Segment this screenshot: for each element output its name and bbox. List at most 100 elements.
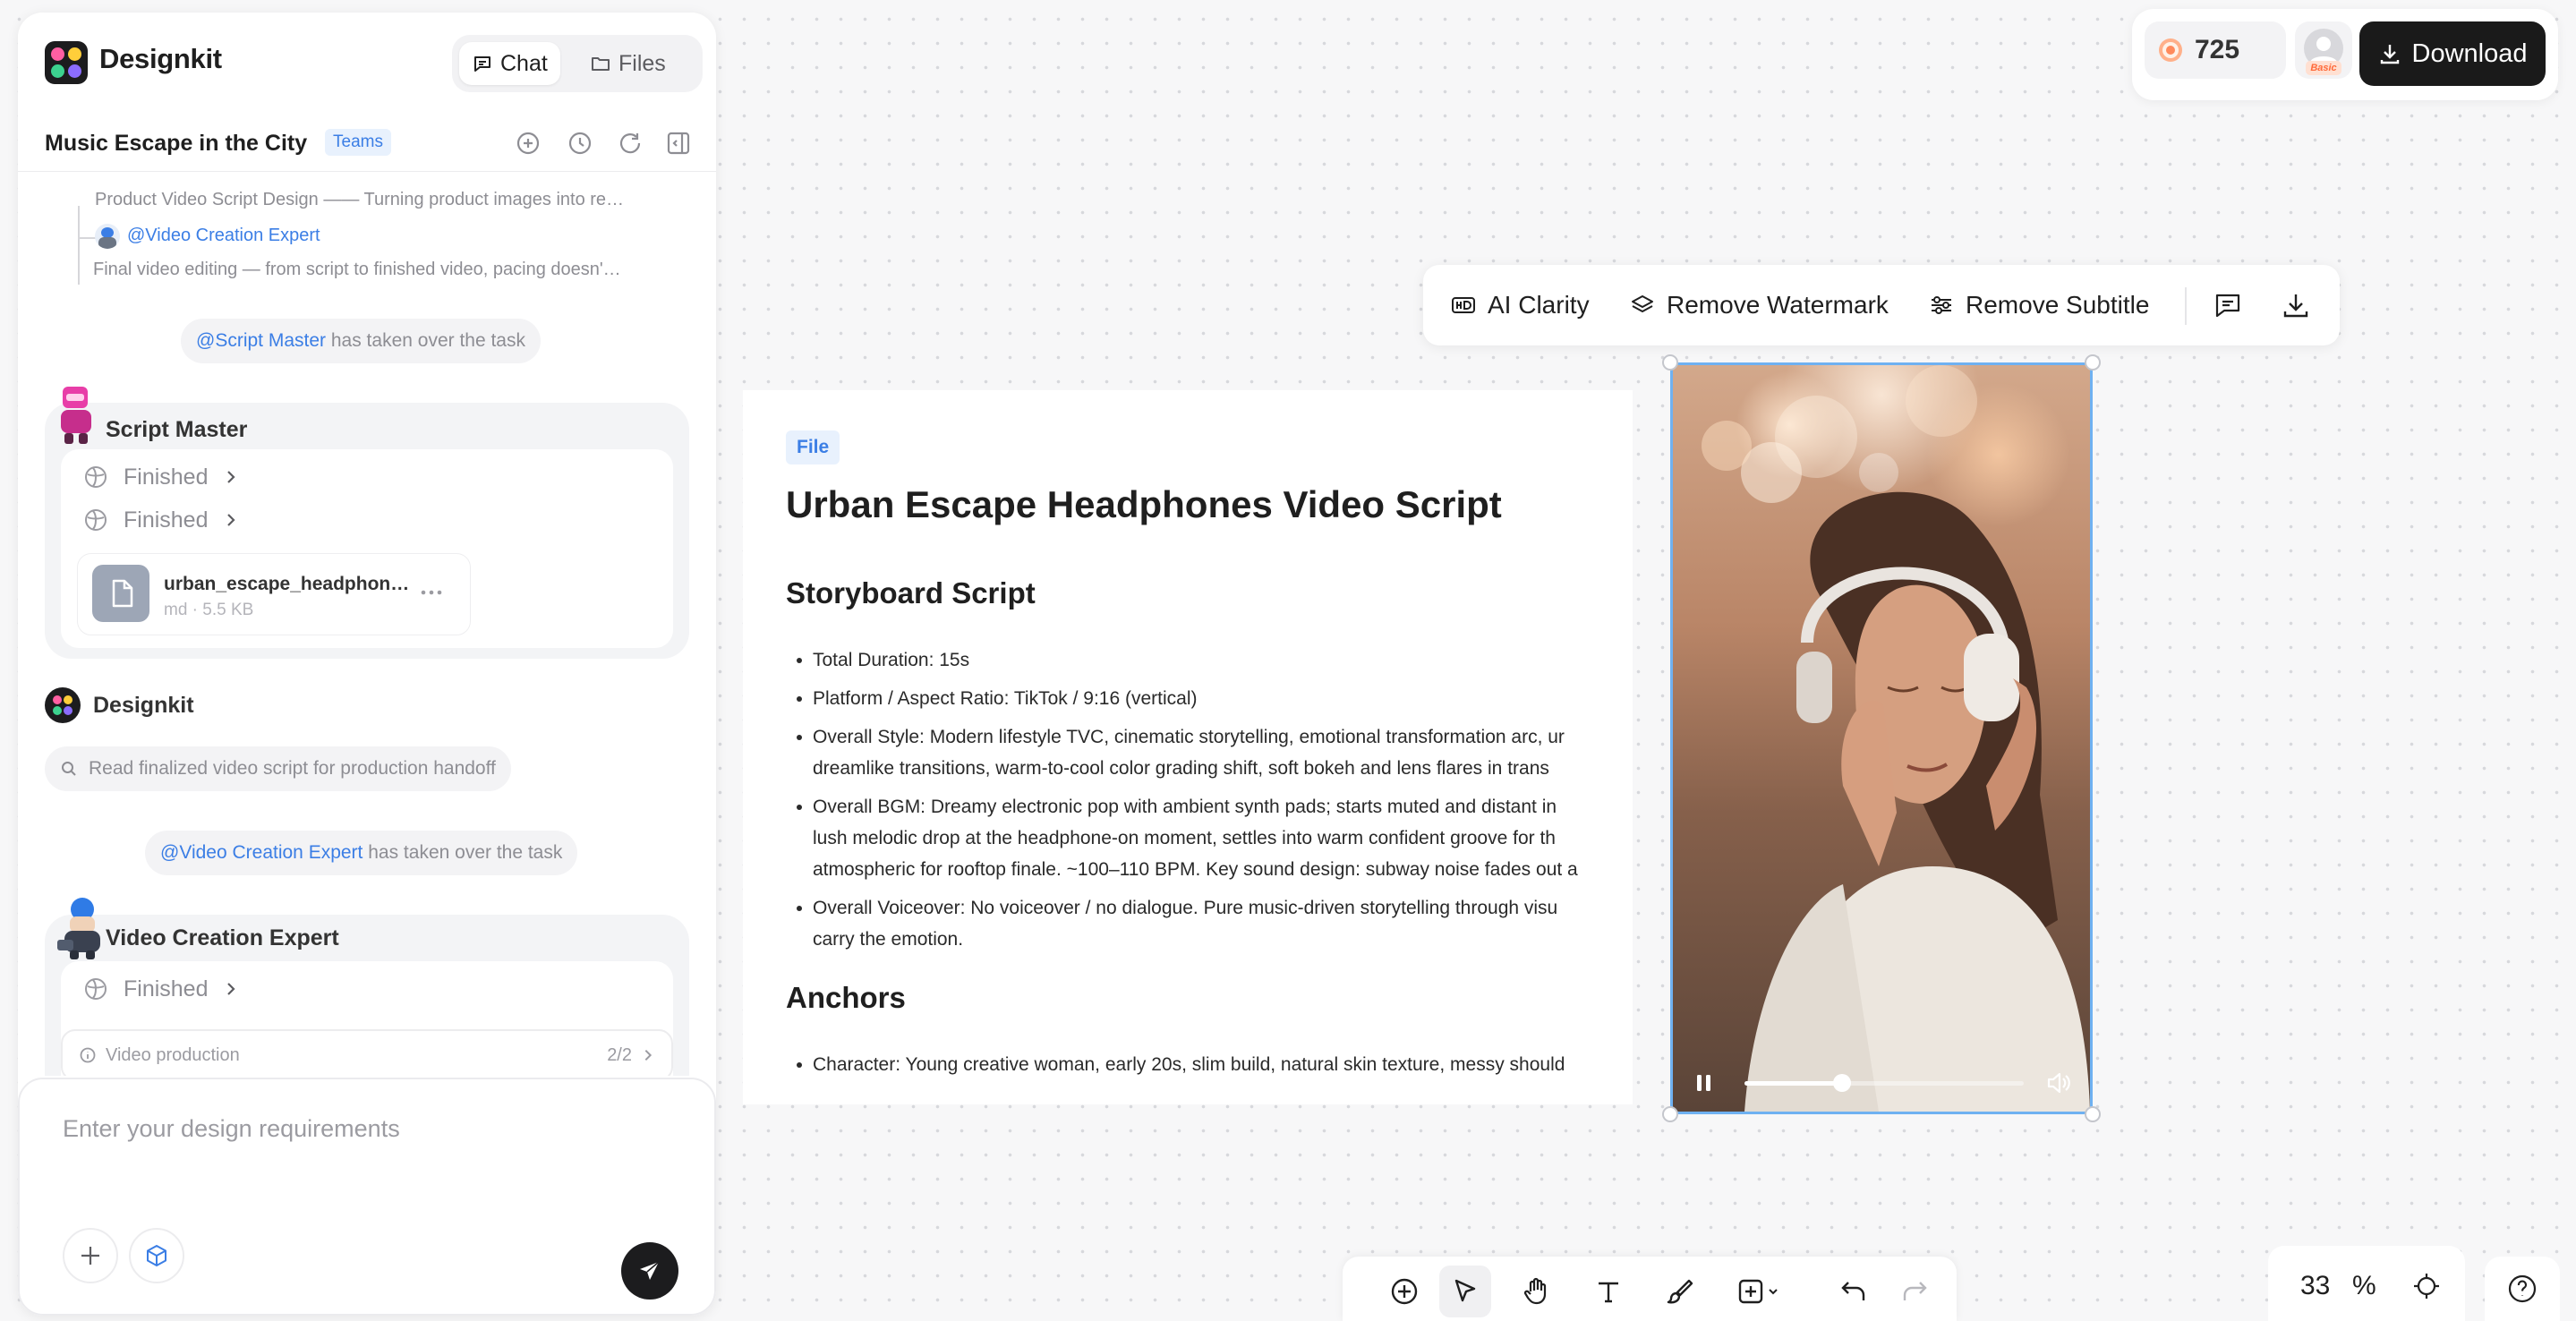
ai-add-button[interactable] xyxy=(1378,1266,1430,1317)
account-bar: 725 Basic Download xyxy=(2132,9,2558,100)
step-finished[interactable]: Finished xyxy=(82,464,239,490)
document-title: Urban Escape Headphones Video Script xyxy=(786,483,1502,525)
select-tool[interactable] xyxy=(1439,1266,1491,1317)
more-options-icon[interactable] xyxy=(418,579,445,606)
task-row[interactable]: Video production 2/2 xyxy=(61,1029,673,1076)
tab-files-label: Files xyxy=(618,50,666,76)
list-item: Overall Voiceover: No voiceover / no dia… xyxy=(786,892,1588,955)
brush-tool[interactable] xyxy=(1654,1266,1706,1317)
resize-handle-bottom-left[interactable] xyxy=(1662,1106,1678,1122)
file-name: urban_escape_headphon… xyxy=(164,574,410,594)
user-avatar[interactable]: Basic xyxy=(2295,21,2352,79)
resize-handle-top-left[interactable] xyxy=(1662,354,1678,371)
layers-icon xyxy=(1629,292,1656,319)
video-player[interactable] xyxy=(1670,362,2093,1114)
add-attachment-button[interactable] xyxy=(63,1228,118,1283)
list-item: Overall Style: Modern lifestyle TVC, cin… xyxy=(786,721,1588,784)
send-button[interactable] xyxy=(621,1242,678,1300)
video-scrubber-handle[interactable] xyxy=(1833,1074,1852,1092)
project-title: Music Escape in the City xyxy=(45,131,308,156)
tab-files[interactable]: Files xyxy=(577,42,678,85)
remove-watermark-label: Remove Watermark xyxy=(1667,291,1889,319)
plan-badge: Basic xyxy=(2306,61,2341,75)
history-icon[interactable] xyxy=(566,129,594,158)
chevron-down-icon xyxy=(1766,1284,1780,1299)
chevron-right-icon xyxy=(223,512,239,528)
fit-to-screen-icon[interactable] xyxy=(2411,1271,2442,1301)
credits-display[interactable]: 725 xyxy=(2145,21,2286,79)
help-icon xyxy=(2506,1273,2538,1305)
coin-icon xyxy=(2157,37,2184,64)
download-icon xyxy=(2378,42,2401,65)
document-icon xyxy=(92,565,149,622)
ai-clarity-button[interactable]: AI Clarity xyxy=(1450,265,1590,345)
video-expert-card: Video Creation Expert Finished Video pro… xyxy=(45,898,689,1076)
agent-name: Script Master xyxy=(106,417,248,442)
prompt-input[interactable]: Enter your design requirements xyxy=(63,1115,400,1143)
text-tool[interactable] xyxy=(1582,1266,1634,1317)
step-label: Finished xyxy=(124,507,209,533)
brush-icon xyxy=(1665,1276,1695,1307)
file-attachment[interactable]: urban_escape_headphon… md · 5.5 KB xyxy=(77,553,471,635)
download-media-button[interactable] xyxy=(2281,265,2311,345)
pause-button[interactable] xyxy=(1693,1071,1716,1095)
chevron-right-icon xyxy=(641,1048,655,1062)
redo-button[interactable] xyxy=(1889,1266,1941,1317)
tool-action-pill[interactable]: Read finalized video script for producti… xyxy=(45,746,511,791)
sliders-icon xyxy=(1928,292,1955,319)
reference-line: Product Video Script Design —— Turning p… xyxy=(95,190,625,209)
download-button[interactable]: Download xyxy=(2359,21,2546,86)
comment-button[interactable] xyxy=(2213,265,2243,345)
mention-video-creation-expert[interactable]: @Video Creation Expert xyxy=(127,226,320,246)
resize-handle-top-right[interactable] xyxy=(2085,354,2101,371)
help-button[interactable] xyxy=(2485,1257,2560,1321)
undo-button[interactable] xyxy=(1828,1266,1880,1317)
task-progress: 2/2 xyxy=(607,1044,632,1065)
reference-line: Final video editing — from script to fin… xyxy=(93,260,621,279)
3d-model-button[interactable] xyxy=(129,1228,184,1283)
cursor-icon xyxy=(1450,1276,1480,1307)
add-square-icon xyxy=(1736,1276,1766,1307)
step-finished[interactable]: Finished xyxy=(82,507,239,533)
collapse-panel-icon[interactable] xyxy=(664,129,693,158)
video-progress-track[interactable] xyxy=(1744,1074,2024,1092)
remove-subtitle-button[interactable]: Remove Subtitle xyxy=(1928,265,2149,345)
cube-icon xyxy=(143,1242,170,1269)
chevron-right-icon xyxy=(223,981,239,997)
download-label: Download xyxy=(2411,38,2528,68)
panel-header: Designkit Chat Files Music Escape in the… xyxy=(18,13,716,172)
new-chat-icon[interactable] xyxy=(514,129,542,158)
zoom-value[interactable]: 33 xyxy=(2300,1271,2330,1301)
undo-icon xyxy=(1838,1275,1870,1308)
designkit-logo-icon xyxy=(45,41,88,84)
hd-icon xyxy=(1450,292,1477,319)
takeover-text: has taken over the task xyxy=(368,842,563,863)
zoom-unit: % xyxy=(2352,1271,2376,1300)
insert-menu[interactable] xyxy=(1722,1266,1794,1317)
chat-thread: Product Video Script Design —— Turning p… xyxy=(18,172,716,1076)
video-expert-small-avatar xyxy=(95,224,120,249)
hand-tool[interactable] xyxy=(1511,1266,1563,1317)
script-master-card: Script Master Finished Finished urban_es… xyxy=(45,387,689,659)
credits-value: 725 xyxy=(2195,35,2240,64)
mention-video-creation-expert[interactable]: @Video Creation Expert xyxy=(160,842,363,863)
video-frame-woman-with-headphones xyxy=(1702,365,2090,1112)
chat-panel: Designkit Chat Files Music Escape in the… xyxy=(18,13,716,1316)
tab-chat[interactable]: Chat xyxy=(459,42,560,85)
video-controls xyxy=(1673,1054,2090,1112)
video-expert-avatar xyxy=(55,897,106,961)
globe-icon xyxy=(82,464,109,490)
redo-icon xyxy=(1898,1275,1931,1308)
script-document[interactable]: File Urban Escape Headphones Video Scrip… xyxy=(743,390,1633,1104)
globe-icon xyxy=(82,507,109,533)
refresh-icon[interactable] xyxy=(616,129,644,158)
ai-clarity-label: AI Clarity xyxy=(1488,291,1590,319)
volume-icon[interactable] xyxy=(2045,1070,2072,1095)
takeover-notice: @Script Master has taken over the task xyxy=(181,319,541,363)
step-finished[interactable]: Finished xyxy=(82,976,239,1002)
resize-handle-bottom-right[interactable] xyxy=(2085,1106,2101,1122)
remove-watermark-button[interactable]: Remove Watermark xyxy=(1629,265,1889,345)
mention-script-master[interactable]: @Script Master xyxy=(196,330,326,351)
section-heading: Storyboard Script xyxy=(786,576,1036,609)
video-expert-steps: Finished Video production 2/2 xyxy=(61,961,673,1076)
